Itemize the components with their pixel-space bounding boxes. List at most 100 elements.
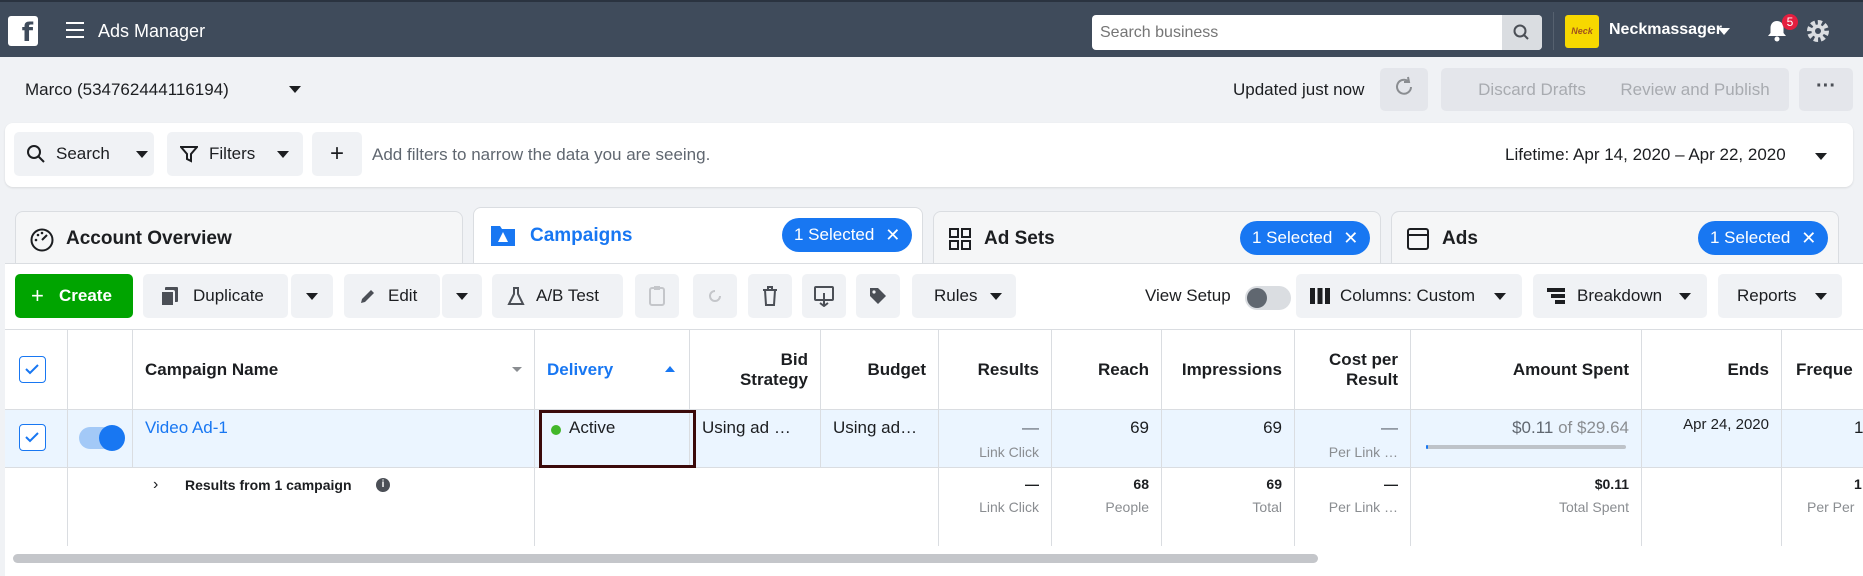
reach-header[interactable]: Reach <box>1052 330 1162 409</box>
columns-icon <box>1310 288 1330 304</box>
cost-per-result-sub: Per Link … <box>1328 444 1398 460</box>
duplicate-dropdown[interactable] <box>291 274 333 318</box>
ad-sets-selected-pill[interactable]: 1 Selected ✕ <box>1240 221 1371 255</box>
table-row[interactable]: Video Ad-1 Active Using ad … Using ad… —… <box>5 410 1863 468</box>
impressions-header[interactable]: Impressions <box>1162 330 1295 409</box>
review-publish-button[interactable]: Review and Publish <box>1601 68 1789 111</box>
tab-ads[interactable]: Ads 1 Selected ✕ <box>1391 211 1839 263</box>
tag-button[interactable] <box>856 274 900 318</box>
ends-header[interactable]: Ends <box>1642 330 1782 409</box>
reach-value: 69 <box>1130 418 1149 437</box>
close-icon[interactable]: ✕ <box>1801 221 1816 255</box>
campaign-name-link[interactable]: Video Ad-1 <box>145 418 228 438</box>
settings-gear-icon[interactable] <box>1805 18 1831 44</box>
impressions-value: 69 <box>1263 418 1282 437</box>
breakdown-label: Breakdown <box>1577 286 1663 305</box>
business-search-input[interactable] <box>1100 15 1500 50</box>
row-checkbox[interactable] <box>19 424 46 451</box>
rules-button[interactable]: Rules <box>912 274 1016 318</box>
business-dropdown-icon[interactable] <box>1718 28 1730 35</box>
menu-icon[interactable] <box>66 22 84 38</box>
chevron-down-icon <box>306 293 318 300</box>
account-dropdown-icon[interactable] <box>289 86 301 93</box>
refresh-button[interactable] <box>1380 68 1428 111</box>
horizontal-scrollbar[interactable] <box>13 554 1318 563</box>
discard-drafts-button[interactable]: Discard Drafts <box>1441 68 1623 111</box>
info-icon[interactable]: i <box>376 478 390 492</box>
filters-button[interactable]: Filters <box>167 132 303 176</box>
chevron-right-icon[interactable]: › <box>153 476 158 494</box>
summary-spent-sub: Total Spent <box>1558 499 1629 515</box>
breakdown-icon <box>1547 288 1565 304</box>
duplicate-icon <box>160 287 178 307</box>
chevron-down-icon <box>990 293 1002 300</box>
reports-button[interactable]: Reports <box>1718 274 1842 318</box>
summary-spent-cell: $0.11 Total Spent <box>1411 468 1642 546</box>
account-selector[interactable]: Marco (534762444116194) <box>25 80 229 100</box>
frequency-header[interactable]: Freque <box>1782 330 1863 409</box>
campaign-name-header[interactable]: Campaign Name <box>133 330 535 409</box>
tab-ad-sets[interactable]: Ad Sets 1 Selected ✕ <box>933 211 1381 263</box>
bid-strategy-value: Using ad … <box>702 418 791 437</box>
spend-progress-fill <box>1426 445 1428 449</box>
summary-cost-sub: Per Link … <box>1328 499 1398 515</box>
create-button[interactable]: + Create <box>15 274 133 318</box>
search-button[interactable] <box>1502 15 1542 50</box>
budget-cell: Using ad… <box>821 410 939 467</box>
amount-spent-cell: $0.11 of $29.64 <box>1411 410 1642 467</box>
bid-strategy-header-label: Bid Strategy <box>739 350 808 389</box>
tab-account-overview[interactable]: Account Overview <box>15 211 463 263</box>
search-icon <box>27 145 45 163</box>
cost-per-result-header-label: Cost per Result <box>1329 350 1398 389</box>
view-setup-toggle[interactable] <box>1245 286 1291 310</box>
summary-spent-value: $0.11 <box>1594 476 1629 492</box>
select-all-checkbox[interactable] <box>19 356 46 383</box>
refresh-icon <box>1396 76 1412 95</box>
ab-test-button[interactable]: A/B Test <box>492 274 623 318</box>
business-name[interactable]: Neckmassager <box>1609 21 1722 39</box>
summary-results-cell: — Link Click <box>939 468 1052 546</box>
export-button[interactable] <box>802 274 846 318</box>
filter-hint[interactable]: Add filters to narrow the data you are s… <box>372 145 710 165</box>
summary-impressions-sub: Total <box>1252 499 1282 515</box>
budget-header[interactable]: Budget <box>821 330 939 409</box>
campaigns-panel: + Create Duplicate Edit A/B Test Rules V… <box>5 263 1863 576</box>
results-header[interactable]: Results <box>939 330 1052 409</box>
amount-spent-header[interactable]: Amount Spent <box>1411 330 1642 409</box>
tab-campaigns[interactable]: Campaigns 1 Selected ✕ <box>473 207 923 265</box>
date-range-selector[interactable]: Lifetime: Apr 14, 2020 – Apr 22, 2020 <box>1505 145 1786 165</box>
campaigns-selected-pill[interactable]: 1 Selected ✕ <box>782 218 913 252</box>
app-title[interactable]: Ads Manager <box>98 21 205 42</box>
clipboard-button[interactable] <box>635 274 679 318</box>
amount-spent-budget: of $29.64 <box>1558 418 1629 437</box>
business-logo[interactable]: Neck <box>1565 15 1599 48</box>
columns-button[interactable]: Columns: Custom <box>1296 274 1522 318</box>
trash-icon <box>763 286 777 306</box>
campaign-on-off-toggle[interactable] <box>79 425 125 451</box>
edit-dropdown[interactable] <box>442 274 482 318</box>
filters-label: Filters <box>209 144 256 163</box>
edit-button[interactable]: Edit <box>344 274 440 318</box>
close-icon[interactable]: ✕ <box>885 218 900 252</box>
delete-button[interactable] <box>748 274 792 318</box>
breakdown-button[interactable]: Breakdown <box>1533 274 1707 318</box>
facebook-logo-icon[interactable]: f <box>8 16 38 46</box>
summary-reach-value: 68 <box>1133 476 1149 492</box>
revert-button[interactable] <box>693 274 737 318</box>
date-range-dropdown-icon[interactable] <box>1815 153 1827 160</box>
delivery-header[interactable]: Delivery <box>535 330 690 409</box>
ads-selected-pill[interactable]: 1 Selected ✕ <box>1698 221 1829 255</box>
bid-strategy-header[interactable]: Bid Strategy <box>690 330 821 409</box>
close-icon[interactable]: ✕ <box>1343 221 1358 255</box>
add-filter-button[interactable]: + <box>312 132 362 176</box>
rules-label: Rules <box>934 286 978 305</box>
chevron-down-icon <box>456 293 468 300</box>
summary-impressions-cell: 69 Total <box>1162 468 1295 546</box>
more-options-button[interactable]: ··· <box>1799 68 1853 111</box>
duplicate-button[interactable]: Duplicate <box>143 274 288 318</box>
updated-status: Updated just now <box>1233 80 1365 99</box>
impressions-cell: 69 <box>1162 410 1295 467</box>
search-filter-button[interactable]: Search <box>14 132 154 176</box>
cost-per-result-header[interactable]: Cost per Result <box>1295 330 1411 409</box>
summary-spacer-cell <box>535 468 939 546</box>
